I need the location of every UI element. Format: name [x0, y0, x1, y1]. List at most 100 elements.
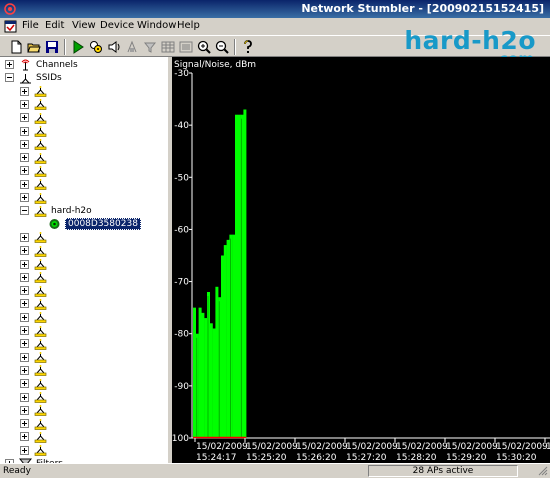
x-tick-time: 15:25:20	[246, 453, 287, 463]
tree-node-ssids[interactable]: SSIDs	[5, 71, 62, 84]
tree-node-ssid[interactable]	[20, 351, 51, 364]
menu-edit[interactable]: Edit	[45, 20, 64, 31]
tree-node-ssid[interactable]	[20, 111, 51, 124]
expand-icon[interactable]	[20, 365, 29, 375]
expand-icon[interactable]	[5, 60, 14, 69]
expand-icon[interactable]	[20, 113, 29, 123]
expand-icon[interactable]	[20, 126, 29, 136]
expand-icon[interactable]	[20, 339, 29, 349]
zoom-out-icon[interactable]	[214, 39, 230, 55]
tree-node-channels[interactable]: Channels	[5, 58, 78, 71]
tree-node-ssid[interactable]	[20, 324, 51, 337]
expand-icon[interactable]	[20, 392, 29, 402]
tree-node-channels-label: Channels	[36, 59, 78, 70]
tree-node-ssid[interactable]	[20, 151, 51, 164]
tree-node-ap[interactable]: 0008D3580238	[48, 218, 141, 231]
tree-node-ssid[interactable]	[20, 364, 51, 377]
tree-node-ssid[interactable]	[20, 231, 51, 244]
title-bar[interactable]: Network Stumbler - [20090215152415]	[0, 0, 550, 18]
expand-icon[interactable]	[20, 379, 29, 389]
menu-help[interactable]: Help	[177, 20, 200, 31]
expand-icon[interactable]	[20, 179, 29, 189]
access-point-icon	[34, 431, 47, 443]
tree-node-ssid[interactable]	[20, 284, 51, 297]
expand-icon[interactable]	[20, 299, 29, 309]
tree-node-ssid[interactable]	[20, 138, 51, 151]
toolbar-separator	[234, 39, 236, 55]
expand-icon[interactable]	[20, 139, 29, 149]
expand-icon[interactable]	[20, 246, 29, 256]
tree-node-ssid[interactable]	[20, 391, 51, 404]
app-icon	[4, 3, 16, 15]
expand-icon[interactable]	[20, 232, 29, 242]
tree-node-ssid[interactable]	[20, 337, 51, 350]
list-icon[interactable]	[178, 39, 194, 55]
menu-view[interactable]: View	[72, 20, 96, 31]
y-tick-label: -40	[174, 121, 189, 131]
tree-node-ssid[interactable]	[20, 125, 51, 138]
speaker-icon[interactable]	[106, 39, 122, 55]
access-point-icon	[34, 152, 47, 164]
expand-icon[interactable]	[20, 419, 29, 429]
play-icon[interactable]	[70, 39, 86, 55]
expand-icon[interactable]	[20, 286, 29, 296]
expand-icon[interactable]	[20, 86, 29, 96]
access-point-icon	[34, 232, 47, 244]
tree-node-ssid-hard-h2o[interactable]: hard-h2o	[20, 204, 92, 217]
tree-node-ssid[interactable]	[20, 164, 51, 177]
expand-icon[interactable]	[20, 259, 29, 269]
menu-window[interactable]: Window	[137, 20, 176, 31]
access-point-icon	[34, 139, 47, 151]
signal-chart: Signal/Noise, dBm-30-40-50-60-70-80-90-1…	[172, 60, 550, 463]
signal-bar	[240, 114, 244, 438]
expand-icon[interactable]	[20, 326, 29, 335]
save-icon[interactable]	[44, 39, 60, 55]
collapse-icon[interactable]	[5, 73, 14, 83]
grid-icon[interactable]	[160, 39, 176, 55]
tree-node-ssid[interactable]	[20, 178, 51, 191]
expand-icon[interactable]	[20, 99, 29, 109]
access-point-icon	[34, 338, 47, 350]
tree-node-ssid[interactable]	[20, 271, 51, 284]
expand-icon[interactable]	[20, 272, 29, 282]
access-point-icon	[34, 245, 47, 257]
tree-node-ssid[interactable]	[20, 430, 51, 443]
y-tick-label: -50	[174, 173, 189, 183]
menu-file[interactable]: File	[22, 20, 39, 31]
tree-node-ssid[interactable]	[20, 404, 51, 417]
tree-node-ssid[interactable]	[20, 244, 51, 257]
resize-grip-icon[interactable]	[538, 466, 548, 476]
expand-icon[interactable]	[20, 405, 29, 415]
tree-node-ssid[interactable]	[20, 311, 51, 324]
help-icon[interactable]	[240, 39, 256, 55]
y-tick-label: -70	[174, 278, 189, 288]
tree-node-ssids-label: SSIDs	[36, 72, 62, 83]
tree-node-ssid[interactable]	[20, 297, 51, 310]
expand-icon[interactable]	[20, 312, 29, 322]
x-tick-time: 15:28:20	[396, 453, 437, 463]
sort-ap-icon[interactable]	[124, 39, 140, 55]
expand-icon[interactable]	[20, 153, 29, 163]
expand-icon[interactable]	[20, 432, 29, 442]
tree-node-ssid[interactable]	[20, 191, 51, 204]
filter-icon[interactable]	[142, 39, 158, 55]
tree-node-ssid[interactable]	[20, 417, 51, 430]
collapse-icon[interactable]	[20, 206, 29, 216]
open-folder-icon[interactable]	[26, 39, 42, 55]
x-tick-time: 15:29:20	[446, 453, 487, 463]
tree-node-ssid[interactable]	[20, 444, 51, 457]
tree-pane[interactable]: ChannelsSSIDshard-h2o0008D3580238Filters	[0, 57, 170, 463]
expand-icon[interactable]	[20, 193, 29, 202]
menu-device[interactable]: Device	[100, 20, 134, 31]
tree-node-ssid[interactable]	[20, 98, 51, 111]
zoom-in-icon[interactable]	[196, 39, 212, 55]
document-window-icon[interactable]	[4, 20, 17, 33]
tree-node-ssid[interactable]	[20, 377, 51, 390]
expand-icon[interactable]	[20, 352, 29, 362]
auto-config-icon[interactable]	[88, 39, 104, 55]
expand-icon[interactable]	[20, 445, 29, 455]
expand-icon[interactable]	[20, 166, 29, 176]
tree-node-ssid[interactable]	[20, 258, 51, 271]
tree-node-ssid[interactable]	[20, 85, 51, 98]
new-file-icon[interactable]	[8, 39, 24, 55]
